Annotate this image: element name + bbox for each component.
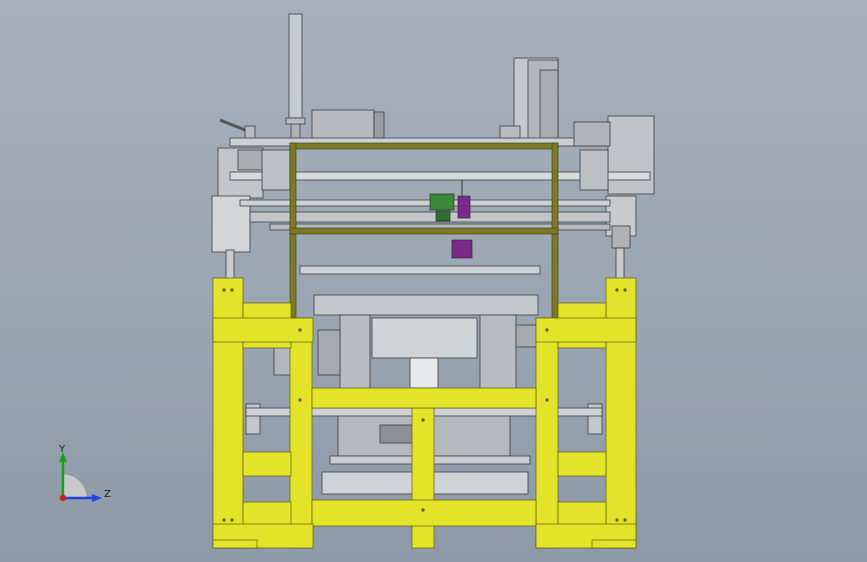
purple-gripper-lower	[451, 239, 473, 259]
y-axis-label: Y	[58, 444, 66, 455]
olive-gantry-frame	[289, 142, 559, 319]
top-motor	[311, 109, 375, 141]
x-axis-dot	[59, 494, 67, 502]
z-axis-label: Z	[104, 489, 111, 500]
green-sensor	[429, 193, 455, 211]
vertical-cylinder	[288, 13, 303, 120]
machine-assembly-drawing: Y Z	[58, 13, 655, 549]
purple-gripper-upper	[457, 195, 471, 219]
triad-quarter-circle	[62, 473, 88, 499]
right-motor	[607, 115, 655, 195]
center-plate	[313, 294, 539, 316]
coordinate-triad: Y Z	[58, 444, 111, 502]
cad-viewport[interactable]: Y Z	[0, 0, 867, 562]
